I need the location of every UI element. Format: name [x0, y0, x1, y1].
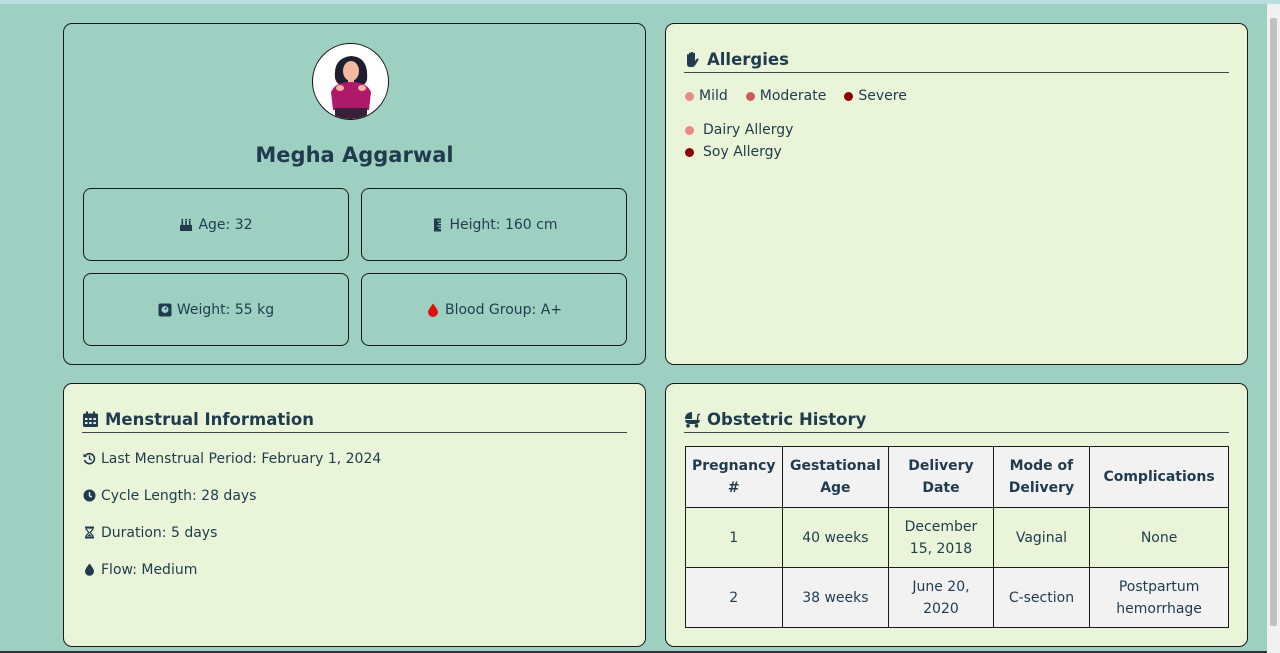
mild-dot	[685, 91, 694, 101]
age-text: Age: 32	[198, 216, 253, 233]
legend-severe-label: Severe	[858, 88, 907, 104]
severity-legend: Mild Moderate Severe	[685, 88, 907, 104]
legend-severe: Severe	[844, 88, 907, 104]
patient-name: Megha Aggarwal	[255, 143, 454, 167]
allergies-header: Allergies	[684, 46, 1229, 73]
table-cell: Vaginal	[992, 507, 1091, 568]
flow-text: Flow: Medium	[101, 561, 198, 578]
allergies-title: Allergies	[707, 49, 789, 69]
last-period-text: Last Menstrual Period: February 1, 2024	[101, 450, 382, 467]
clock-icon	[83, 489, 96, 502]
menstrual-title: Menstrual Information	[105, 409, 314, 429]
last-period-row: Last Menstrual Period: February 1, 2024	[83, 448, 381, 469]
allergy-label: Soy Allergy	[703, 144, 782, 160]
height-card: Height: 160 cm	[361, 188, 627, 261]
profile-card: Megha Aggarwal Age: 32 Height: 160 cm We…	[63, 23, 646, 365]
column-header: Complications	[1089, 446, 1229, 508]
table-cell: None	[1089, 507, 1229, 568]
baby-carriage-icon	[685, 411, 701, 428]
flow-row: Flow: Medium	[83, 559, 381, 580]
scrollbar-thumb[interactable]	[1270, 18, 1277, 626]
list-item: Soy Allergy	[685, 141, 793, 163]
menstrual-header: Menstrual Information	[82, 406, 627, 433]
allergy-label: Dairy Allergy	[703, 122, 794, 138]
height-text: Height: 160 cm	[449, 216, 558, 233]
age-card: Age: 32	[83, 188, 349, 261]
weight-text: Weight: 55 kg	[176, 301, 275, 318]
table-cell: Postpartum hemorrhage	[1089, 567, 1229, 628]
legend-mild-label: Mild	[699, 88, 728, 104]
droplet-icon	[85, 563, 94, 576]
severe-dot	[844, 91, 854, 101]
table-cell: 1	[685, 507, 783, 568]
obstetric-card: Obstetric History Pregnancy # Gestationa…	[665, 383, 1248, 647]
table-cell: 2	[685, 567, 783, 628]
ruler-icon	[433, 218, 441, 231]
calendar-icon	[83, 411, 98, 427]
history-icon	[83, 452, 96, 465]
table-cell: June 20, 2020	[888, 567, 994, 628]
legend-moderate-label: Moderate	[759, 88, 827, 104]
weight-scale-icon	[158, 303, 172, 316]
obstetric-header: Obstetric History	[684, 406, 1229, 433]
vertical-scrollbar[interactable]	[1267, 4, 1280, 653]
menstrual-details: Last Menstrual Period: February 1, 2024 …	[83, 448, 381, 596]
severity-dot	[685, 147, 694, 157]
table-cell: December 15, 2018	[888, 507, 994, 568]
birthday-cake-icon	[180, 218, 193, 231]
table-row: 1 40 weeks December 15, 2018 Vaginal Non…	[685, 507, 1229, 568]
severity-dot	[685, 125, 694, 135]
weight-card: Weight: 55 kg	[83, 273, 349, 346]
column-header: Pregnancy #	[685, 446, 783, 508]
table-cell: 38 weeks	[781, 567, 890, 628]
hand-icon	[687, 51, 699, 67]
column-header: Gestational Age	[781, 446, 890, 508]
browser-top-edge	[0, 0, 1280, 4]
legend-mild: Mild	[685, 88, 728, 104]
avatar	[312, 43, 389, 120]
list-item: Dairy Allergy	[685, 119, 793, 141]
obstetric-history-table: Pregnancy # Gestational Age Delivery Dat…	[685, 446, 1229, 628]
column-header: Delivery Date	[888, 446, 994, 508]
obstetric-title: Obstetric History	[707, 409, 867, 429]
allergies-card: Allergies Mild Moderate Severe Dairy All…	[665, 23, 1248, 365]
table-header-row: Pregnancy # Gestational Age Delivery Dat…	[685, 446, 1229, 508]
legend-moderate: Moderate	[745, 88, 827, 104]
moderate-dot	[745, 91, 755, 101]
blood-group-card: Blood Group: A+	[361, 273, 627, 346]
table-cell: C-section	[992, 567, 1091, 628]
table-row: 2 38 weeks June 20, 2020 C-section Postp…	[685, 567, 1229, 628]
menstrual-card: Menstrual Information Last Menstrual Per…	[63, 383, 646, 647]
blood-drop-icon	[427, 303, 438, 317]
cycle-length-text: Cycle Length: 28 days	[101, 487, 257, 504]
duration-text: Duration: 5 days	[101, 524, 218, 541]
hourglass-icon	[85, 526, 94, 539]
table-cell: 40 weeks	[781, 507, 890, 568]
allergy-list: Dairy Allergy Soy Allergy	[685, 119, 793, 163]
duration-row: Duration: 5 days	[83, 522, 381, 543]
cycle-length-row: Cycle Length: 28 days	[83, 485, 381, 506]
column-header: Mode of Delivery	[992, 446, 1091, 508]
blood-group-text: Blood Group: A+	[444, 301, 563, 318]
